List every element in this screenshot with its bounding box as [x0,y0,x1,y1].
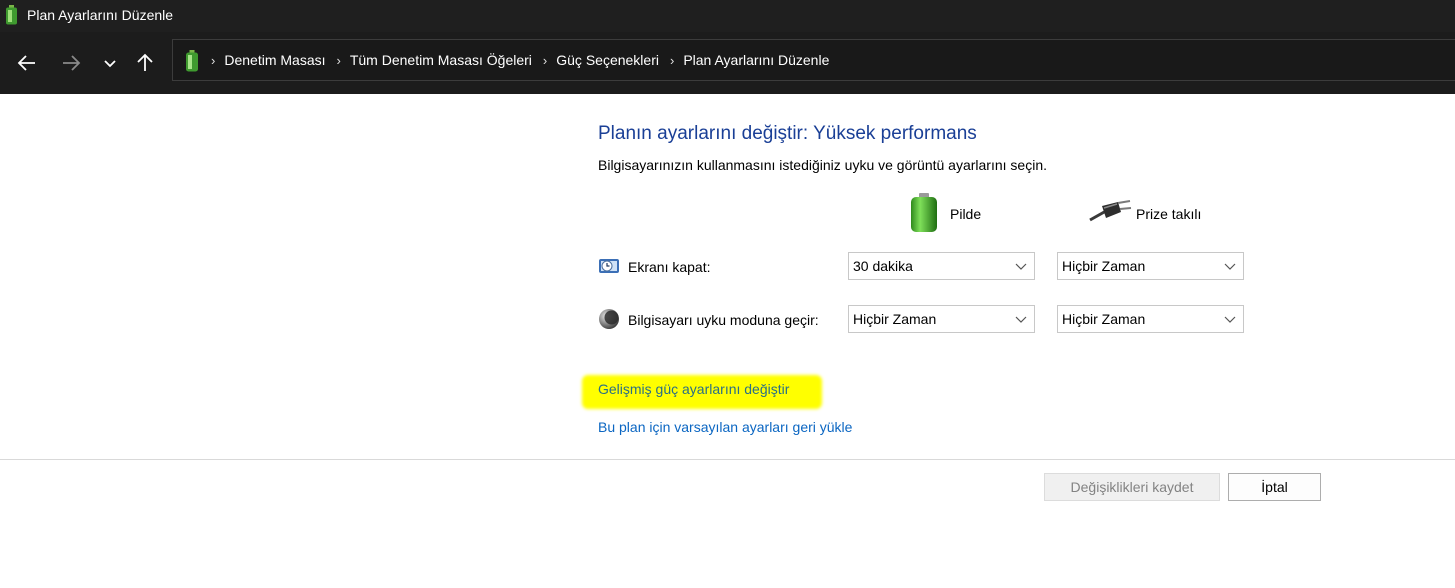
restore-defaults-link[interactable]: Bu plan için varsayılan ayarları geri yü… [598,419,852,435]
select-value: Hiçbir Zaman [853,311,937,327]
column-header-plugged: Prize takılı [1136,206,1202,222]
cancel-button[interactable]: İptal [1228,473,1321,501]
battery-icon [6,5,17,25]
breadcrumb-item[interactable]: Denetim Masası [224,52,325,68]
display-off-battery-select[interactable]: 30 dakika [848,252,1035,280]
breadcrumb: › Denetim Masası › Tüm Denetim Masası Öğ… [211,52,840,68]
power-plug-icon [1089,200,1132,222]
select-value: 30 dakika [853,258,913,274]
moon-sleep-icon [599,309,619,329]
title-bar: Plan Ayarlarını Düzenle [0,0,1455,32]
page-title: Planın ayarlarını değiştir: Yüksek perfo… [598,123,977,144]
battery-icon [186,50,198,72]
chevron-down-icon [1015,316,1027,323]
display-off-plugged-select[interactable]: Hiçbir Zaman [1057,252,1244,280]
chevron-right-icon[interactable]: › [337,53,341,68]
column-header-battery: Pilde [950,206,982,222]
up-button[interactable] [132,50,158,76]
address-bar[interactable]: › Denetim Masası › Tüm Denetim Masası Öğ… [172,39,1455,81]
breadcrumb-item[interactable]: Plan Ayarlarını Düzenle [683,52,829,68]
row-label-display-off: Ekranı kapat: [628,259,711,275]
chevron-down-icon [1224,263,1236,270]
navigation-bar: › Denetim Masası › Tüm Denetim Masası Öğ… [0,32,1455,94]
chevron-down-icon [104,60,116,68]
sleep-battery-select[interactable]: Hiçbir Zaman [848,305,1035,333]
row-label-sleep: Bilgisayarı uyku moduna geçir: [628,312,819,328]
select-value: Hiçbir Zaman [1062,258,1146,274]
chevron-right-icon[interactable]: › [670,53,674,68]
footer-divider [0,459,1455,460]
recent-locations-button[interactable] [97,50,123,76]
chevron-right-icon[interactable]: › [211,53,215,68]
chevron-right-icon[interactable]: › [543,53,547,68]
chevron-down-icon [1224,316,1236,323]
display-clock-icon [599,259,619,273]
battery-icon [911,193,937,232]
arrow-right-icon [63,55,81,71]
arrow-left-icon [17,55,35,71]
advanced-power-settings-link[interactable]: Gelişmiş güç ayarlarını değiştir [598,381,789,397]
forward-button[interactable] [58,50,84,76]
chevron-down-icon [1015,263,1027,270]
select-value: Hiçbir Zaman [1062,311,1146,327]
window-title: Plan Ayarlarını Düzenle [27,7,174,23]
save-changes-button[interactable]: Değişiklikleri kaydet [1044,473,1220,501]
page-subtitle: Bilgisayarınızın kullanmasını istediğini… [598,157,1047,173]
sleep-plugged-select[interactable]: Hiçbir Zaman [1057,305,1244,333]
breadcrumb-item[interactable]: Tüm Denetim Masası Öğeleri [350,52,532,68]
arrow-up-icon [137,53,153,71]
breadcrumb-item[interactable]: Güç Seçenekleri [556,52,659,68]
back-button[interactable] [14,50,40,76]
